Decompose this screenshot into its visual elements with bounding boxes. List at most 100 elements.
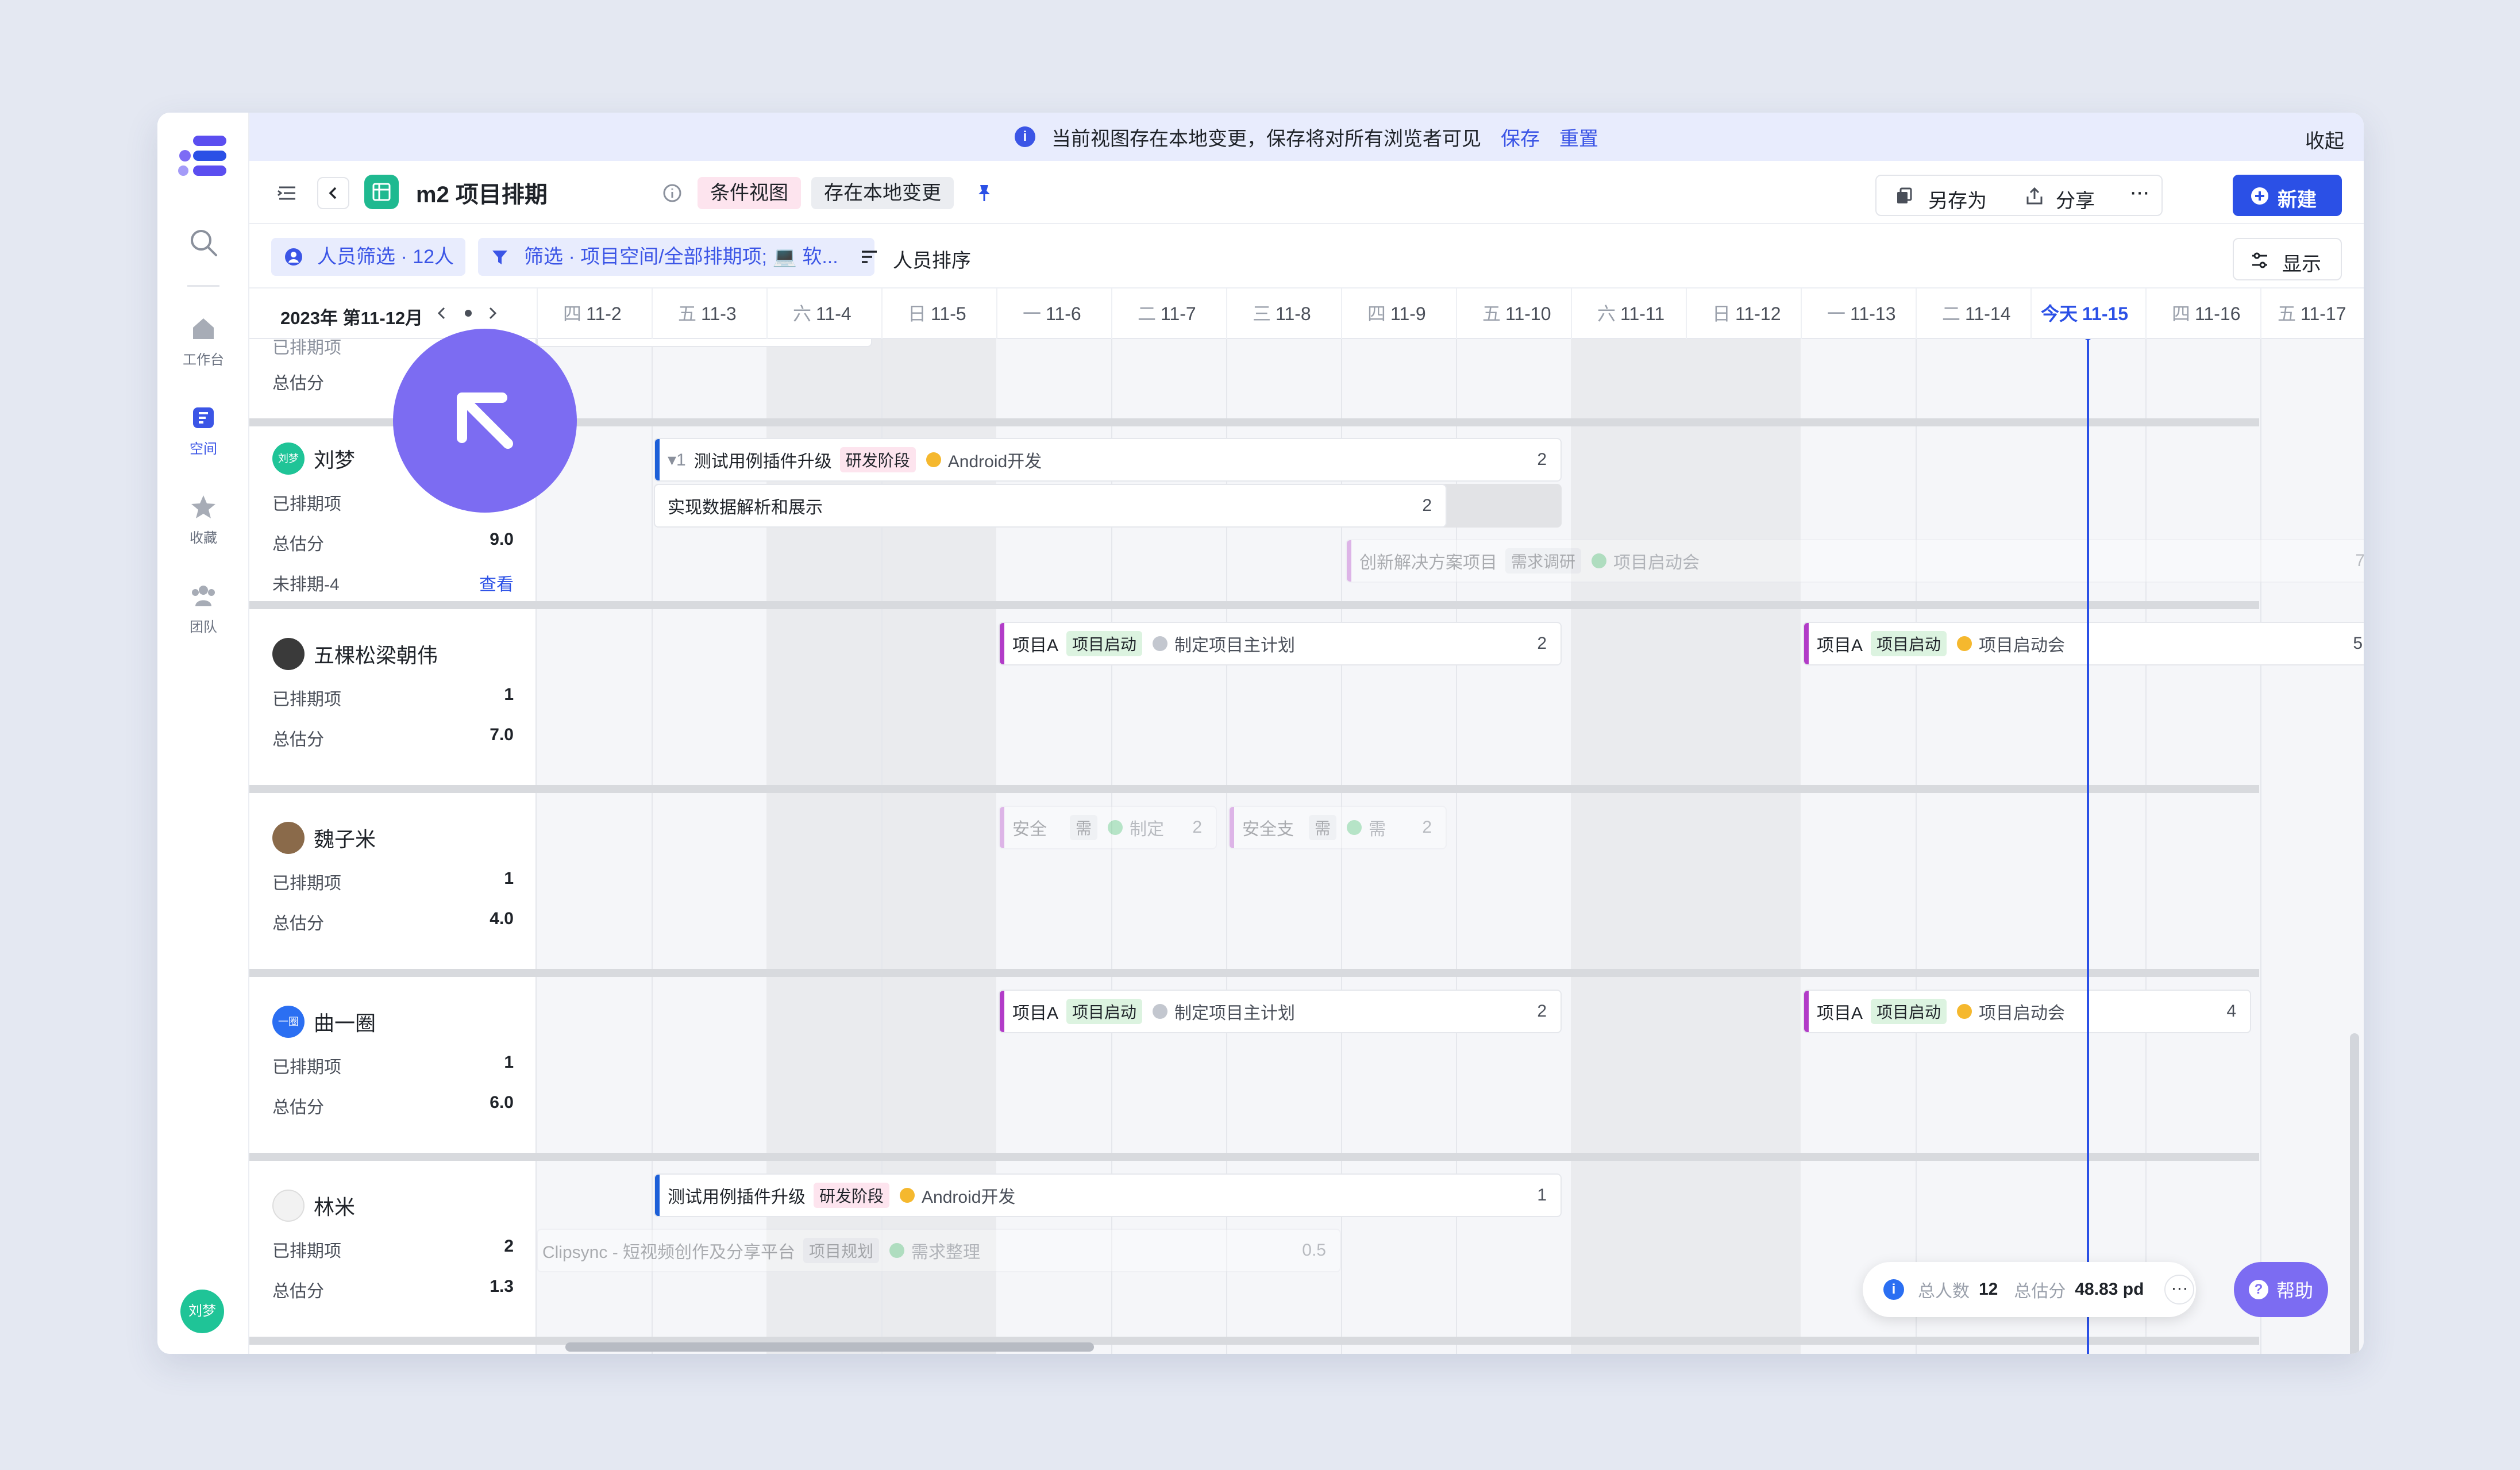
total-estimate-value: 48.83 pd [2075,1280,2144,1299]
reset-link[interactable]: 重置 [1559,123,1598,151]
cursor-arrow-button[interactable] [393,329,577,513]
task-bar-faded[interactable]: 创新解决方案项目 需求调研 项目启动会 7 [1346,539,2364,583]
rail-item-label: 空间 [190,441,217,457]
chevron-right-icon[interactable] [484,305,501,322]
info-outline-icon[interactable] [662,183,683,203]
person-card[interactable]: 五棵松梁朝伟 已排期项 1 总估分 7.0 [272,638,514,751]
settings-sliders-icon [2252,252,2267,268]
more-icon[interactable]: ··· [2164,1275,2195,1304]
task-bar[interactable]: 项目A 项目启动 制定项目主计划 2 [999,990,1562,1033]
estimate-stat: 总估分 1.3 [272,1277,514,1301]
status-dot-icon [900,1188,915,1203]
estimate-stat: 总估分 4.0 [272,909,514,933]
today-dot-icon[interactable] [462,307,475,320]
task-bar-faded[interactable]: Clipsync - 短视频创作及分享平台 项目规划 需求整理 0.5 [537,1229,1341,1272]
task-bar[interactable]: 测试用例插件升级 研发阶段 Android开发 1 [654,1173,1562,1217]
summary-pill: i 总人数 12 总估分 48.83 pd ··· [1863,1262,2196,1317]
day-header: 一 11-6 [996,288,1111,339]
task-bar[interactable]: 项目A 项目启动 项目启动会 4 [1803,990,2251,1033]
task-bar-partial[interactable] [537,339,872,347]
app-logo-icon[interactable] [178,136,229,176]
total-estimate-label: 总估分 [2014,1282,2066,1301]
task-bar-faded[interactable]: 安全支 需 需 2 [1228,806,1447,849]
home-icon [193,318,214,339]
back-button[interactable] [317,177,349,209]
rail-item-label: 收藏 [190,530,217,546]
sidebar-toggle-icon[interactable] [276,182,299,205]
task-bar[interactable]: ▾1 测试用例插件升级 研发阶段 Android开发 2 [654,438,1562,482]
task-bar-faded[interactable]: 安全 需 制定 2 [999,806,1217,849]
row-separator [249,785,2259,793]
team-icon [192,586,215,606]
collapse-button[interactable]: 收起 [2305,125,2344,153]
day-header: 五 11-17 [2260,288,2364,339]
scheduled-stat: 已排期项 1 [272,685,514,709]
rail-item-space[interactable]: 空间 [157,403,249,457]
person-name: 林米 [314,1195,356,1219]
rail-item-favorites[interactable]: 收藏 [157,492,249,547]
people-sort-button[interactable]: 人员排序 [862,245,971,273]
schedule-grid: 已排期项 总估分 刘梦刘梦 已排期项2 总估分9.0 未排期-4查看 ▾1 测试… [249,339,2364,1354]
arrow-up-left-icon [457,392,513,449]
pin-icon[interactable] [974,183,994,202]
subtask-bar[interactable]: 实现数据解析和展示 2 [654,484,1447,528]
status-dot-icon [926,452,941,467]
estimate-stat: 总估分 9.0 [272,530,514,554]
person-name: 曲一圈 [314,1011,376,1035]
day-header: 二 11-14 [1916,288,2030,339]
user-avatar[interactable]: 刘梦 [180,1290,224,1333]
task-bar[interactable]: 项目A 项目启动 制定项目主计划 2 [999,622,1562,665]
grid-line [2145,339,2147,1354]
person-card[interactable]: 一圈 曲一圈 已排期项 1 总估分 6.0 [272,1006,514,1118]
day-header: 四 11-2 [537,288,652,339]
chevron-left-icon[interactable] [433,305,450,322]
person-card[interactable]: 魏子米 已排期项 1 总估分 4.0 [272,822,514,934]
task-bar[interactable]: 项目A 项目启动 项目启动会 5 [1803,622,2364,665]
avatar [272,638,305,670]
table-view-icon [364,175,399,209]
grid-line [1916,339,1917,1354]
display-button[interactable]: 显示 [2233,238,2342,280]
more-icon[interactable]: ··· [2129,179,2150,205]
info-icon: i [1883,1279,1904,1300]
help-icon: ? [2248,1280,2268,1299]
new-button[interactable]: 新建 [2233,175,2342,216]
left-rail: 工作台 空间 收藏 团队 刘梦 [157,113,249,1354]
today-line [2087,339,2089,1354]
rail-item-workbench[interactable]: 工作台 [157,314,249,368]
page-title: m2 项目排期 [416,182,548,207]
status-dot-icon [1153,1004,1168,1019]
horizontal-scrollbar[interactable] [565,1342,1094,1352]
person-name: 五棵松梁朝伟 [314,644,438,667]
rail-item-team[interactable]: 团队 [157,581,249,636]
month-range: 2023年 第11-12月 [280,308,423,328]
share-button[interactable]: 分享 [2056,185,2095,213]
today-marker [2084,339,2092,340]
row-separator [249,969,2259,977]
search-icon[interactable] [187,226,219,259]
day-header: 五 11-10 [1456,288,1571,339]
rail-item-label: 团队 [190,619,217,635]
vertical-scrollbar[interactable] [2350,1033,2359,1354]
save-as-button[interactable]: 另存为 [1928,185,1987,213]
status-dot-icon [1108,820,1123,835]
person-card[interactable]: 林米 已排期项 2 总估分 1.3 [272,1190,514,1302]
rail-item-label: 工作台 [183,352,224,368]
condition-view-chip[interactable]: 条件视图 [698,177,801,209]
row-separator [249,601,2259,609]
day-header: 六 11-11 [1571,288,1686,339]
local-changes-chip[interactable]: 存在本地变更 [811,177,954,209]
day-header: 五 11-3 [652,288,766,339]
people-filter-label: 人员筛选 · 12人 [317,246,454,268]
grid-line [652,339,653,1354]
view-link[interactable]: 查看 [479,570,514,595]
save-link[interactable]: 保存 [1501,123,1540,151]
help-button[interactable]: ? 帮助 [2234,1262,2328,1317]
people-filter-chip[interactable]: 人员筛选 · 12人 [271,238,465,276]
day-header: 四 11-16 [2145,288,2260,339]
weekend-column [1571,339,1801,1354]
status-dot-icon [889,1243,905,1258]
filter-chip[interactable]: 筛选 · 项目空间/全部排期项; 💻 软... [478,238,874,276]
display-label: 显示 [2282,253,2321,275]
status-dot-icon [1153,636,1168,651]
